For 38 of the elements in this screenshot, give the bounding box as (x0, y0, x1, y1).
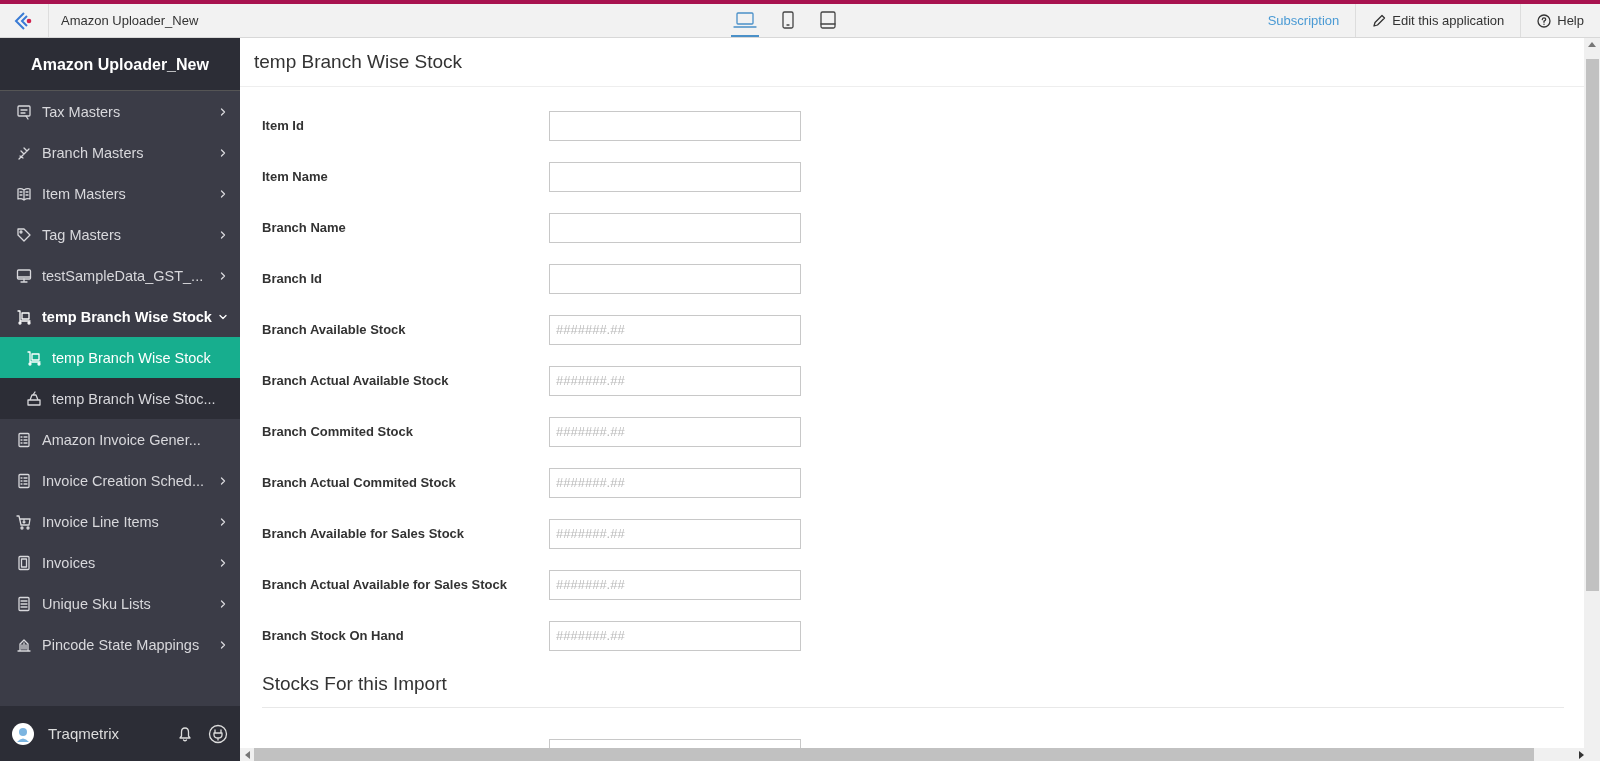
sidebar-item[interactable]: Amazon Invoice Gener... (0, 419, 240, 460)
sidebar-item[interactable]: Item Masters (0, 173, 240, 214)
input-field[interactable]: #######.## (549, 620, 801, 651)
sidebar-item[interactable]: Tax Masters (0, 91, 240, 132)
sidebar-item[interactable]: Branch Masters (0, 132, 240, 173)
sidebar-item[interactable]: Unique Sku Lists (0, 583, 240, 624)
section-title: Stocks For this Import (262, 661, 1564, 708)
sidebar-subitem[interactable]: temp Branch Wise Stoc... (0, 378, 240, 419)
field-label: Branch Actual Available Stock (262, 373, 450, 388)
sidebar-item[interactable]: Pincode State Mappings (0, 624, 240, 665)
field-label: Branch Available Stock (262, 322, 407, 337)
field-label: Branch Stock On Hand (262, 628, 405, 643)
input-field[interactable]: #######.## (549, 467, 801, 498)
field-label: Branch Actual Available for Sales Stock (262, 577, 508, 592)
field-label: Branch Commited Stock (262, 424, 414, 439)
input-field[interactable]: #######.## (549, 518, 801, 549)
sidebar-item[interactable]: testSampleData_GST_... (0, 255, 240, 296)
sidebar-title: Amazon Uploader_New (0, 38, 240, 91)
field-label: Branch Id (262, 271, 323, 286)
input-field[interactable]: #######.## (549, 569, 801, 600)
field-label: Branch Name (262, 220, 347, 235)
sidebar-item[interactable]: Invoice Line Items (0, 501, 240, 542)
field-label: Item Id (262, 118, 305, 133)
field-label: Branch Actual Commited Stock (262, 475, 457, 490)
sidebar-item[interactable]: Tag Masters (0, 214, 240, 255)
input-field[interactable]: #######.## (549, 416, 801, 447)
sidebar-item[interactable]: Invoices (0, 542, 240, 583)
field-label: Branch Available for Sales Stock (262, 526, 466, 541)
sidebar-item[interactable]: temp Branch Wise Stock (0, 296, 240, 337)
edit-application-button[interactable]: Edit this application (1355, 4, 1521, 37)
user-name: Traqmetrix (48, 725, 121, 742)
form-title: temp Branch Wise Stock (240, 38, 1584, 87)
input-field[interactable]: #######.## (549, 365, 801, 396)
app-name: Amazon Uploader_New (60, 12, 200, 30)
sidebar-item[interactable]: Invoice Creation Sched... (0, 460, 240, 501)
input-field[interactable]: #######.## (549, 314, 801, 345)
help-button[interactable]: Help (1520, 4, 1600, 37)
field-label: Item Name (262, 169, 329, 184)
